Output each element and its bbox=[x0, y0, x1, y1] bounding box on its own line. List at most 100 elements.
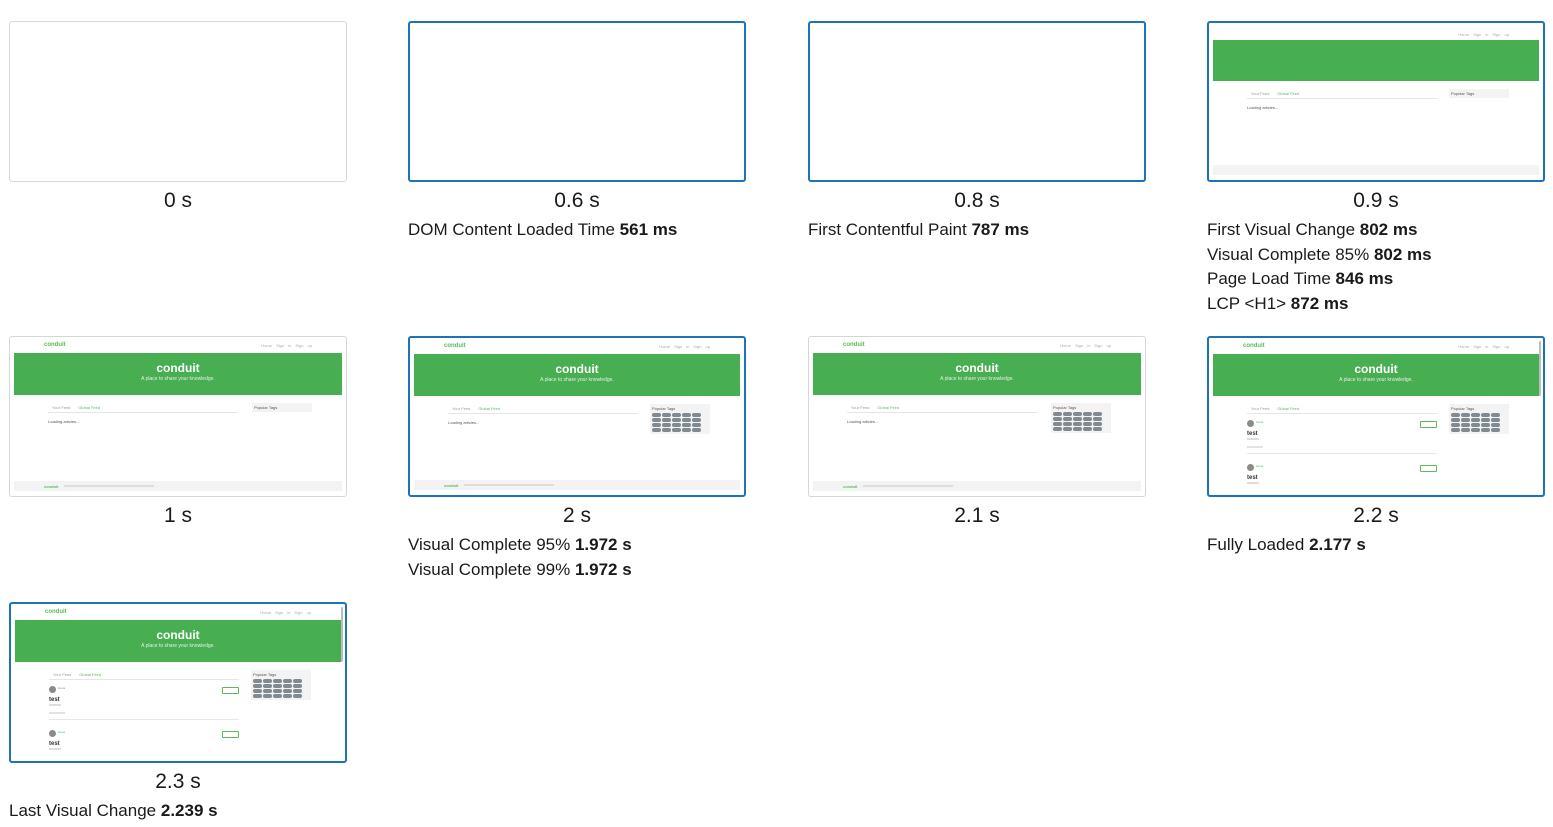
tag-chip bbox=[293, 694, 302, 698]
frame-thumbnail[interactable]: Home Sign in Sign up Your Feed Global Fee… bbox=[1207, 21, 1545, 182]
preview-nav-links: Home Sign in Sign up bbox=[1060, 343, 1111, 348]
preview-article-title: test bbox=[49, 741, 60, 747]
preview-article-title: test bbox=[1247, 431, 1258, 437]
tag-chip bbox=[652, 418, 661, 422]
preview-hero-tagline: A place to share your knowledge. bbox=[141, 643, 215, 649]
preview-tag-chips bbox=[652, 413, 708, 432]
frame-time: 0 s bbox=[163, 189, 192, 212]
preview-tags-title: Popular Tags bbox=[1451, 406, 1475, 411]
preview-hero-title: conduit bbox=[156, 628, 200, 642]
preview-tags-box: Popular Tags bbox=[1449, 89, 1509, 98]
tag-chip bbox=[1471, 418, 1480, 422]
tag-chip bbox=[263, 679, 272, 683]
tag-chip bbox=[682, 418, 691, 422]
preview-nav: conduit Home Sign in Sign up bbox=[444, 343, 710, 351]
metric-label: LCP <H1> bbox=[1207, 293, 1291, 313]
preview-footer bbox=[1213, 165, 1539, 175]
frame-thumbnail[interactable]: conduit Home Sign in Sign up conduit A pla… bbox=[9, 602, 347, 763]
filmstrip-frame: 0.8 s First Contentful Paint 787 ms bbox=[808, 21, 1146, 243]
tag-chip bbox=[1481, 418, 1490, 422]
preview-footer: conduit bbox=[813, 481, 1141, 491]
heart-icon bbox=[1420, 465, 1437, 472]
preview-footer-text bbox=[863, 485, 953, 487]
preview-tags-title: Popular Tags bbox=[1451, 91, 1475, 96]
preview-placeholder-line bbox=[49, 712, 65, 714]
preview-article-author: Hana bbox=[1256, 420, 1264, 424]
tag-chip bbox=[1451, 428, 1460, 432]
tag-chip bbox=[263, 689, 272, 693]
frame-thumbnail[interactable] bbox=[408, 21, 746, 182]
metric-value: 802 ms bbox=[1373, 244, 1432, 264]
preview-banner bbox=[1213, 40, 1539, 81]
preview-placeholder-line bbox=[49, 748, 61, 750]
tag-chip bbox=[1481, 423, 1490, 427]
frame-time: 2 s bbox=[562, 504, 591, 527]
frame-thumbnail[interactable]: conduit Home Sign in Sign up conduit A pla… bbox=[808, 336, 1146, 497]
preview-article: Hana test bbox=[49, 686, 239, 726]
page-preview: conduit Home Sign in Sign up conduit A pla… bbox=[813, 337, 1141, 496]
preview-tag-chips bbox=[1451, 413, 1507, 432]
preview-hero-tagline: A place to share your knowledge. bbox=[141, 376, 215, 382]
preview-placeholder-line bbox=[49, 704, 61, 706]
frame-thumbnail[interactable] bbox=[808, 21, 1146, 182]
tag-chip bbox=[1491, 423, 1500, 427]
filmstrip-frame: 0 s bbox=[9, 21, 347, 213]
tag-chip bbox=[1093, 412, 1102, 416]
preview-tags-box: Popular Tags bbox=[650, 404, 710, 434]
tag-chip bbox=[1461, 413, 1470, 417]
metric-label: Last Visual Change bbox=[9, 801, 161, 820]
preview-footer-text bbox=[464, 484, 554, 486]
tag-chip bbox=[1063, 422, 1072, 426]
tag-chip bbox=[1451, 418, 1460, 422]
preview-nav-links: Home Sign in Sign up bbox=[1458, 32, 1509, 37]
frame-thumbnail[interactable] bbox=[9, 21, 347, 182]
frame-time: 0.6 s bbox=[554, 189, 600, 212]
filmstrip-frame: conduit Home Sign in Sign up conduit A pla… bbox=[1207, 336, 1545, 558]
frame-metrics: First Visual Change 802 ms Visual Comple… bbox=[1207, 218, 1545, 316]
metric-label: Visual Complete 99% bbox=[408, 559, 575, 579]
preview-tab-your-feed: Your Feed bbox=[452, 406, 471, 411]
metric-value: 2.239 s bbox=[160, 801, 218, 820]
metric-label: First Contentful Paint bbox=[808, 220, 972, 239]
preview-banner: conduit A place to share your knowledge. bbox=[813, 353, 1141, 395]
tag-chip bbox=[1053, 412, 1062, 416]
preview-footer-text bbox=[64, 485, 154, 487]
tag-chip bbox=[672, 423, 681, 427]
preview-placeholder-line bbox=[1247, 438, 1259, 440]
tag-chip bbox=[672, 418, 681, 422]
tag-chip bbox=[1083, 417, 1092, 421]
frame-thumbnail[interactable]: conduit Home Sign in Sign up conduit A pla… bbox=[1207, 336, 1545, 497]
avatar bbox=[49, 686, 56, 693]
tag-chip bbox=[1491, 418, 1500, 422]
preview-tab-your-feed: Your Feed bbox=[1251, 91, 1270, 96]
tag-chip bbox=[1063, 427, 1072, 431]
avatar bbox=[1247, 464, 1254, 471]
preview-hero-title: conduit bbox=[955, 361, 999, 375]
tag-chip bbox=[283, 679, 292, 683]
preview-article-author: Hana bbox=[1256, 464, 1264, 468]
avatar bbox=[1247, 420, 1254, 427]
metric-label: Visual Complete 95% bbox=[408, 535, 575, 554]
frame-time: 2.2 s bbox=[1353, 504, 1399, 527]
tag-chip bbox=[672, 413, 681, 417]
tag-chip bbox=[682, 428, 691, 432]
preview-divider bbox=[1247, 413, 1437, 414]
tag-chip bbox=[293, 679, 302, 683]
metric-value: 2.177 s bbox=[1309, 535, 1366, 554]
tag-chip bbox=[253, 689, 262, 693]
preview-tags-title: Popular Tags bbox=[652, 406, 676, 411]
tag-chip bbox=[662, 428, 671, 432]
tag-chip bbox=[283, 684, 292, 688]
tag-chip bbox=[1451, 413, 1460, 417]
tag-chip bbox=[692, 418, 701, 422]
frame-thumbnail[interactable]: conduit Home Sign in Sign up conduit A pla… bbox=[408, 336, 746, 497]
metric-value: 561 ms bbox=[619, 220, 678, 239]
preview-banner: conduit A place to share your knowledge. bbox=[14, 353, 342, 395]
preview-divider bbox=[847, 412, 1037, 413]
preview-banner: conduit A place to share your knowledge. bbox=[414, 354, 740, 396]
preview-nav: conduit Home Sign in Sign up bbox=[44, 342, 312, 350]
frame-thumbnail[interactable]: conduit Home Sign in Sign up conduit A pla… bbox=[9, 336, 347, 497]
filmstrip-frame: conduit Home Sign in Sign up conduit A pla… bbox=[408, 336, 746, 582]
preview-article-title: test bbox=[49, 697, 60, 703]
page-preview: conduit Home Sign in Sign up conduit A pla… bbox=[15, 604, 343, 761]
